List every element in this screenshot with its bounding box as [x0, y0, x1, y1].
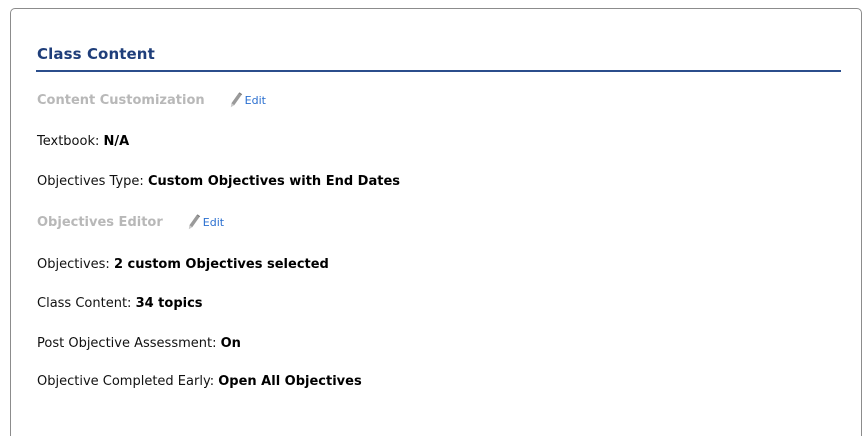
- title-divider: [36, 70, 841, 72]
- content-customization-heading-label: Content Customization: [37, 92, 205, 108]
- content-customization-edit-label: Edit: [244, 93, 266, 107]
- post-objective-assessment-row: Post Objective Assessment: On: [37, 336, 241, 351]
- objectives-type-label: Objectives Type:: [37, 174, 144, 189]
- objectives-editor-heading: Objectives Editor Edit: [37, 214, 224, 230]
- class-content-row: Class Content: 34 topics: [37, 296, 203, 311]
- objectives-editor-heading-label: Objectives Editor: [37, 214, 163, 230]
- post-objective-assessment-value: On: [220, 336, 241, 351]
- pencil-icon: [188, 214, 200, 230]
- content-customization-edit-link[interactable]: Edit: [229, 92, 266, 108]
- textbook-value: N/A: [103, 134, 130, 149]
- objectives-editor-edit-label: Edit: [202, 215, 225, 229]
- content-customization-heading: Content Customization Edit: [37, 92, 266, 108]
- objectives-row: Objectives: 2 custom Objectives selected: [37, 257, 329, 272]
- objective-completed-early-value: Open All Objectives: [218, 374, 362, 389]
- textbook-row: Textbook: N/A: [37, 134, 129, 149]
- class-content-label: Class Content:: [37, 296, 132, 311]
- pencil-icon: [230, 92, 242, 108]
- class-content-value: 34 topics: [135, 296, 203, 311]
- textbook-label: Textbook:: [37, 134, 100, 149]
- panel-title: Class Content: [37, 45, 155, 63]
- objectives-label: Objectives:: [37, 257, 110, 272]
- post-objective-assessment-label: Post Objective Assessment:: [37, 336, 217, 351]
- objectives-editor-edit-link[interactable]: Edit: [187, 214, 224, 230]
- objectives-type-row: Objectives Type: Custom Objectives with …: [37, 174, 400, 189]
- objectives-type-value: Custom Objectives with End Dates: [147, 174, 401, 189]
- objective-completed-early-row: Objective Completed Early: Open All Obje…: [37, 374, 362, 389]
- objective-completed-early-label: Objective Completed Early:: [37, 374, 215, 389]
- objectives-value: 2 custom Objectives selected: [113, 257, 329, 272]
